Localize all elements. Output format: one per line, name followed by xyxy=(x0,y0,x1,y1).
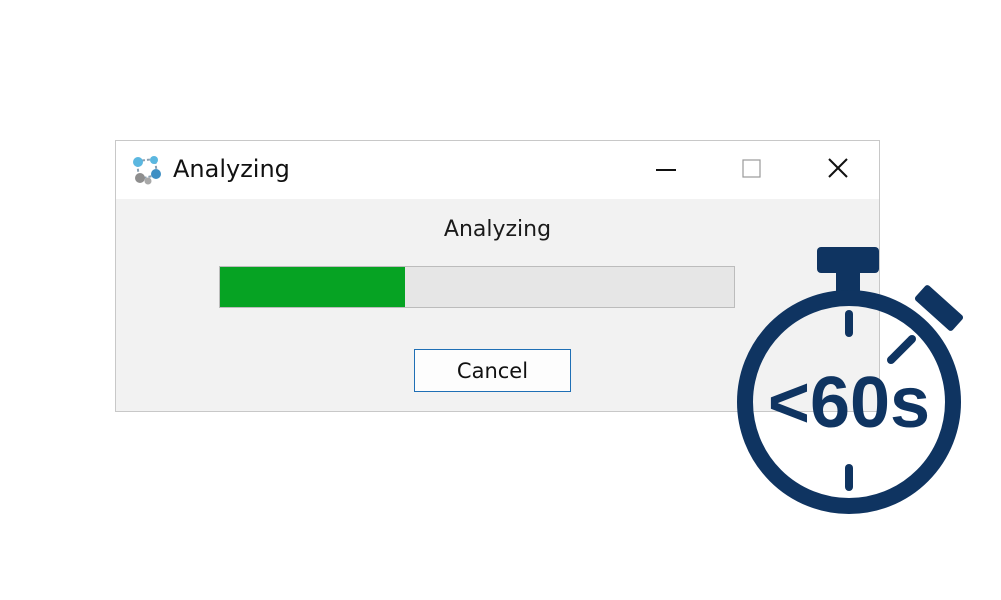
progress-fill xyxy=(220,267,406,307)
stopwatch-icon: <60s xyxy=(737,247,964,514)
close-button[interactable] xyxy=(808,141,870,199)
progress-bar xyxy=(219,266,735,308)
molecule-app-icon xyxy=(133,156,161,185)
stopwatch-hand xyxy=(887,335,916,364)
window-title: Analyzing xyxy=(173,155,290,183)
minimize-button[interactable] xyxy=(635,141,697,199)
stage: Analyzing Analyzing Cancel <60s xyxy=(0,0,1001,600)
maximize-button[interactable] xyxy=(721,141,783,199)
stopwatch-crown xyxy=(817,247,879,273)
minimize-icon xyxy=(656,169,676,171)
maximize-icon xyxy=(742,159,761,178)
title-bar[interactable]: Analyzing xyxy=(116,141,879,199)
timer-label: <60s xyxy=(768,363,930,443)
cancel-button[interactable]: Cancel xyxy=(414,349,571,392)
close-icon xyxy=(828,158,848,178)
